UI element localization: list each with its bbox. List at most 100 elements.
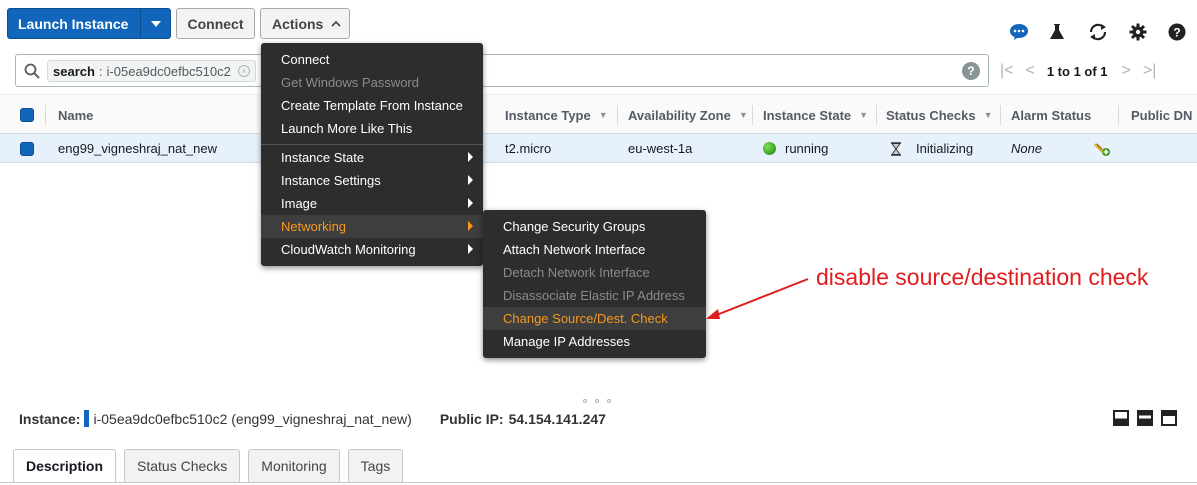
column-alarm-status[interactable]: Alarm Status <box>1011 95 1091 135</box>
column-public-dns[interactable]: Public DN <box>1131 95 1192 135</box>
public-ip-label: Public IP: <box>439 410 504 427</box>
menu-item-image[interactable]: Image <box>261 192 483 215</box>
tab-tags[interactable]: Tags <box>347 449 404 482</box>
pagination-text: 1 to 1 of 1 <box>1046 63 1108 79</box>
sort-icon: ▼ <box>738 110 748 120</box>
refresh-icon[interactable] <box>1088 22 1108 42</box>
instance-details-bar: Instance: i-05ea9dc0efbc510c2 (eng99_vig… <box>0 398 1197 438</box>
tab-monitoring[interactable]: Monitoring <box>248 449 340 482</box>
chevron-up-icon <box>331 20 341 27</box>
submenu-item-change-source-dest-check[interactable]: Change Source/Dest. Check <box>483 307 706 330</box>
search-token-key: search <box>53 63 95 79</box>
search-bar[interactable]: search : i-05ea9dc0efbc510c2 × ? <box>15 54 989 87</box>
submenu-item-manage-ip-addresses[interactable]: Manage IP Addresses <box>483 330 706 353</box>
prev-page-icon[interactable]: < <box>1026 62 1035 80</box>
submenu-arrow-icon <box>468 198 473 208</box>
menu-item-networking[interactable]: Networking <box>261 215 483 238</box>
select-all-checkbox[interactable] <box>20 95 34 135</box>
remove-token-icon[interactable]: × <box>237 65 250 77</box>
chevron-down-icon <box>150 20 161 27</box>
add-alarm-icon[interactable] <box>1093 134 1111 163</box>
menu-item-instance-state[interactable]: Instance State <box>261 146 483 169</box>
column-divider <box>876 105 877 125</box>
chat-icon[interactable] <box>1009 22 1029 42</box>
launch-instance-label: Launch Instance <box>18 15 129 32</box>
menu-item-instance-settings[interactable]: Instance Settings <box>261 169 483 192</box>
launch-instance-button[interactable]: Launch Instance <box>7 8 171 39</box>
table-row[interactable]: eng99_vigneshraj_nat_new t2.micro eu-wes… <box>0 134 1197 163</box>
submenu-item-disassociate-elastic-ip[interactable]: Disassociate Elastic IP Address <box>483 284 706 307</box>
connect-button[interactable]: Connect <box>176 8 255 39</box>
column-instance-state[interactable]: Instance State ▼ <box>763 95 868 135</box>
layout-bottom-icon[interactable] <box>1113 410 1129 426</box>
column-divider <box>45 105 46 125</box>
tab-status-checks[interactable]: Status Checks <box>124 449 241 482</box>
column-instance-type-label: Instance Type <box>505 107 591 123</box>
column-name-label: Name <box>58 107 94 123</box>
svg-text:?: ? <box>1173 26 1180 40</box>
instance-value: i-05ea9dc0efbc510c2 (eng99_vigneshraj_na… <box>93 410 412 427</box>
submenu-item-change-security-groups[interactable]: Change Security Groups <box>483 215 706 238</box>
submenu-item-detach-network-interface[interactable]: Detach Network Interface <box>483 261 706 284</box>
column-name[interactable]: Name <box>58 95 93 135</box>
layout-top-icon[interactable] <box>1161 410 1177 426</box>
menu-item-image-label: Image <box>281 196 318 211</box>
connect-button-label: Connect <box>187 15 244 32</box>
cell-instance-state: running <box>763 134 828 163</box>
status-checks-value: Initializing <box>916 141 974 156</box>
sort-icon: ▼ <box>983 110 993 120</box>
hourglass-icon <box>891 141 901 156</box>
annotation-text: disable source/destination check <box>816 264 1149 290</box>
menu-item-networking-label: Networking <box>281 219 347 234</box>
search-help-icon[interactable]: ? <box>962 62 980 80</box>
column-status-checks[interactable]: Status Checks ▼ <box>886 95 993 135</box>
flask-icon[interactable] <box>1047 22 1067 42</box>
column-public-dns-label: Public DN <box>1131 107 1193 123</box>
submenu-arrow-icon <box>468 152 473 162</box>
search-token[interactable]: search : i-05ea9dc0efbc510c2 × <box>47 60 256 82</box>
menu-item-get-windows-password[interactable]: Get Windows Password <box>261 71 483 94</box>
gear-icon[interactable] <box>1128 22 1148 42</box>
public-ip-value: 54.154.141.247 <box>508 410 606 427</box>
layout-toggle-group <box>1113 410 1177 426</box>
actions-button[interactable]: Actions <box>260 8 350 39</box>
cell-availability-zone: eu-west-1a <box>628 141 693 156</box>
next-page-icon[interactable]: > <box>1122 62 1131 80</box>
menu-item-cloudwatch-label: CloudWatch Monitoring <box>281 242 416 257</box>
menu-item-instance-state-label: Instance State <box>281 150 365 165</box>
menu-item-connect[interactable]: Connect <box>261 48 483 71</box>
submenu-arrow-icon <box>468 175 473 185</box>
row-checkbox[interactable] <box>20 134 34 163</box>
menu-item-cloudwatch[interactable]: CloudWatch Monitoring <box>261 238 483 261</box>
help-icon[interactable]: ? <box>1167 22 1187 42</box>
tabs-baseline <box>0 482 1197 483</box>
cell-instance-type: t2.micro <box>505 141 552 156</box>
table-header: Name Instance Type ▼ Availability Zone ▼ I… <box>0 94 1197 134</box>
sort-icon: ▼ <box>859 110 869 120</box>
column-divider <box>1000 105 1001 125</box>
submenu-item-attach-network-interface[interactable]: Attach Network Interface <box>483 238 706 261</box>
cell-name: eng99_vigneshraj_nat_new <box>58 141 218 156</box>
submenu-arrow-icon <box>468 244 473 254</box>
actions-menu: Connect Get Windows Password Create Temp… <box>261 43 483 266</box>
instance-summary: Instance: i-05ea9dc0efbc510c2 (eng99_vig… <box>19 410 606 427</box>
alarm-status-value: None <box>1011 141 1043 156</box>
tab-description[interactable]: Description <box>13 449 117 482</box>
launch-dropdown-caret[interactable] <box>140 9 170 38</box>
column-instance-state-label: Instance State <box>763 107 852 123</box>
column-divider <box>752 105 753 125</box>
menu-item-launch-more[interactable]: Launch More Like This <box>261 117 483 140</box>
layout-split-icon[interactable] <box>1137 410 1153 426</box>
last-page-icon[interactable]: >| <box>1143 62 1157 80</box>
search-icon <box>24 63 40 79</box>
actions-button-label: Actions <box>272 15 324 32</box>
instance-state-value: running <box>785 141 829 156</box>
column-availability-zone[interactable]: Availability Zone ▼ <box>628 95 748 135</box>
column-instance-type[interactable]: Instance Type ▼ <box>505 95 608 135</box>
first-page-icon[interactable]: |< <box>1000 62 1014 80</box>
networking-submenu: Change Security Groups Attach Network In… <box>483 210 706 358</box>
column-availability-zone-label: Availability Zone <box>628 107 731 123</box>
menu-item-create-template[interactable]: Create Template From Instance <box>261 94 483 117</box>
column-alarm-status-label: Alarm Status <box>1011 107 1092 123</box>
cell-status-checks: Initializing <box>890 134 973 163</box>
